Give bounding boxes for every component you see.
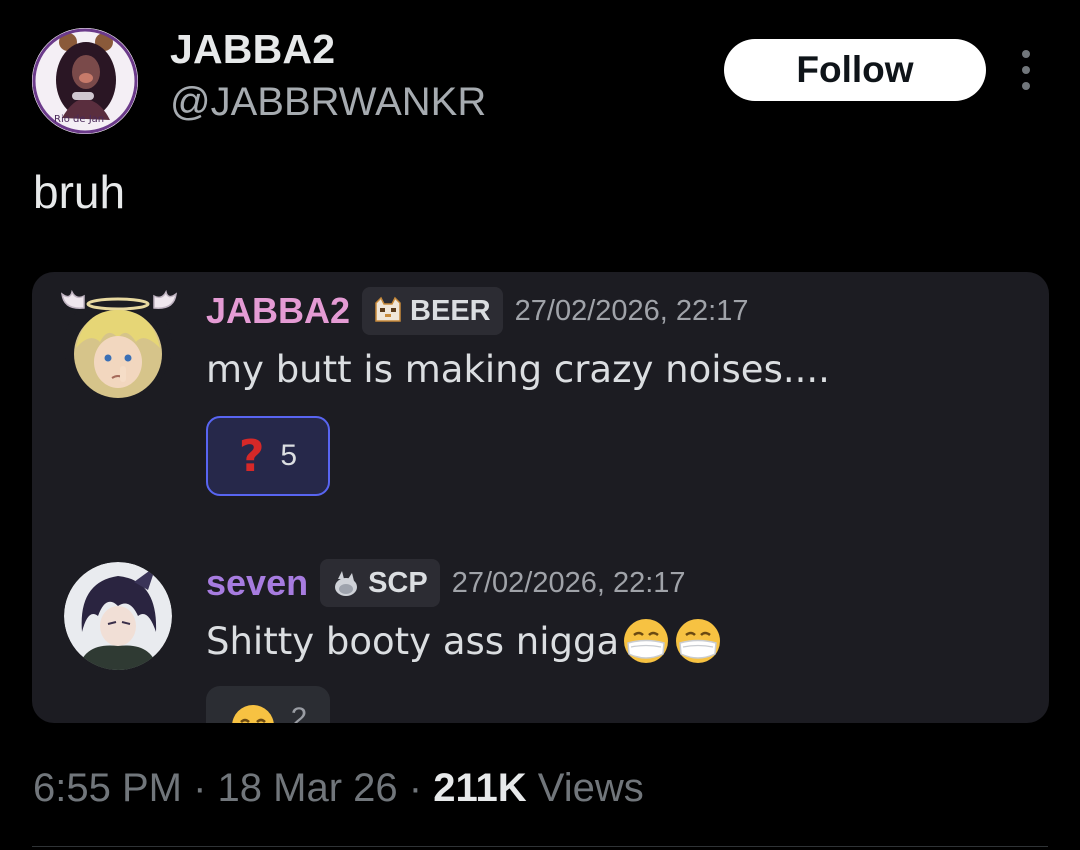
message-username[interactable]: JABBA2 — [206, 290, 350, 332]
message-text: my butt is making crazy noises.... — [206, 348, 830, 391]
views-count: 211K — [433, 766, 527, 810]
cat-face-icon — [375, 296, 401, 322]
server-tag-icon — [335, 571, 358, 596]
author-avatar[interactable]: Rio de Jan — [32, 28, 138, 134]
server-tag-label: SCP — [368, 566, 428, 599]
tweet-date[interactable]: 18 Mar 26 — [218, 766, 398, 810]
tweet-metadata: 6:55 PM · 18 Mar 26 · 211K Views — [33, 766, 644, 811]
tweet-text: bruh — [33, 166, 126, 218]
server-tag-label: BEER — [410, 294, 491, 327]
views-label: Views — [537, 766, 644, 810]
message-username[interactable]: seven — [206, 562, 308, 604]
dot-icon — [1022, 66, 1030, 74]
question-mark-emoji: ? — [238, 430, 265, 482]
follow-button[interactable]: Follow — [724, 39, 986, 101]
server-tag[interactable]: SCP — [320, 559, 440, 607]
separator: · — [193, 766, 207, 810]
mask-face-emoji — [676, 619, 721, 663]
more-options-icon[interactable] — [1008, 50, 1044, 90]
author-handle[interactable]: @JABBRWANKR — [170, 80, 486, 125]
message-header: JABBA2 BEER 27/02/2026, 22:17 — [206, 286, 748, 336]
author-display-name[interactable]: JABBA2 — [170, 26, 335, 73]
reaction-button[interactable]: 2 — [206, 686, 330, 723]
reaction-button[interactable]: ? 5 — [206, 416, 330, 496]
dot-icon — [1022, 50, 1030, 58]
message-avatar — [64, 562, 172, 670]
sweat-smile-emoji — [231, 705, 274, 723]
avatar-caption: Rio de Jan — [54, 114, 105, 125]
reaction-count: 5 — [280, 439, 298, 472]
reaction-count: 2 — [290, 702, 308, 723]
server-tag[interactable]: BEER — [362, 287, 503, 335]
attached-image[interactable]: JABBA2 BEER 27/02/2026, 22:17 my butt is… — [32, 272, 1049, 723]
message-text-content: Shitty booty ass nigga — [206, 620, 620, 663]
message-timestamp: 27/02/2026, 22:17 — [451, 566, 686, 599]
separator: · — [408, 766, 423, 810]
message-text: Shitty booty ass nigga — [206, 616, 723, 666]
wing-icon — [153, 289, 177, 309]
mask-face-emoji — [624, 619, 669, 663]
tweet-time[interactable]: 6:55 PM — [33, 766, 182, 810]
divider — [32, 846, 1048, 847]
message-header: seven SCP 27/02/2026, 22:17 — [206, 558, 686, 608]
wing-icon — [61, 289, 85, 309]
message-timestamp: 27/02/2026, 22:17 — [514, 294, 749, 327]
dot-icon — [1022, 82, 1030, 90]
